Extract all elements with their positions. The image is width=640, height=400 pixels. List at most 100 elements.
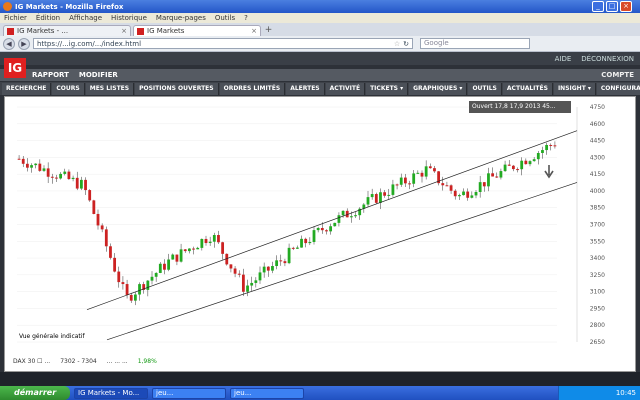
nav-limit-orders[interactable]: ORDRES LIMITÉS <box>219 82 286 95</box>
candle-body <box>379 192 382 203</box>
y-tick-label: 3700 <box>590 222 605 229</box>
candle-body <box>17 158 21 160</box>
search-input[interactable]: Google <box>420 38 530 49</box>
candle-body <box>420 172 424 177</box>
back-button[interactable]: ◀ <box>3 37 15 50</box>
candle-body <box>125 284 129 295</box>
candle-body <box>146 280 150 290</box>
candle-body <box>30 165 33 168</box>
tab-1[interactable]: IG Markets - ... × <box>3 25 131 36</box>
candle-body <box>88 190 92 201</box>
candle-body <box>71 177 75 180</box>
candle-body <box>96 213 100 226</box>
tab-close-icon[interactable]: × <box>251 27 257 35</box>
candle-body <box>395 184 399 186</box>
candle-body <box>487 173 490 187</box>
candle-body <box>320 227 324 231</box>
nav-charts[interactable]: GRAPHIQUES ▾ <box>409 82 468 95</box>
candle-body <box>366 197 370 205</box>
forward-button[interactable]: ▶ <box>18 37 30 50</box>
candle-body <box>92 200 96 214</box>
menu-history[interactable]: Historique <box>111 14 147 22</box>
candle-body <box>383 192 387 196</box>
candle-body <box>374 194 378 203</box>
candle-body <box>42 168 46 171</box>
ig-favicon-icon <box>7 27 14 35</box>
candle-body <box>79 179 83 189</box>
candle-body <box>84 179 87 191</box>
nav-alerts[interactable]: ALERTES <box>286 82 325 95</box>
nav-insight[interactable]: INSIGHT ▾ <box>553 82 596 95</box>
candle-body <box>21 158 25 164</box>
candle-body <box>34 163 38 166</box>
menu-help[interactable]: ? <box>244 14 248 22</box>
candle-body <box>104 229 108 247</box>
tab-2[interactable]: IG Markets × <box>133 25 261 36</box>
tab-close-icon[interactable]: × <box>121 27 127 35</box>
nav-search[interactable]: RECHERCHE <box>2 82 52 95</box>
candle-body <box>354 215 357 217</box>
candle-body <box>229 264 233 269</box>
candle-body <box>50 176 54 178</box>
candle-body <box>549 144 553 146</box>
reload-icon[interactable]: ↻ <box>403 40 409 48</box>
url-bar[interactable]: https://...ig.com/.../index.html ☆ ↻ <box>33 38 413 49</box>
help-link[interactable]: AIDE <box>555 55 572 63</box>
candle-body <box>46 168 50 177</box>
menu-view[interactable]: Affichage <box>69 14 102 22</box>
nav-tools[interactable]: OUTILS <box>468 82 502 95</box>
menu-file[interactable]: Fichier <box>4 14 27 22</box>
url-text: https://...ig.com/.../index.html <box>37 39 142 48</box>
modify-button[interactable]: MODIFIER <box>79 71 118 79</box>
candle-body <box>507 164 511 166</box>
candle-body <box>403 177 407 184</box>
new-tab-button[interactable]: + <box>263 25 274 36</box>
candle-body <box>183 249 187 252</box>
y-tick-label: 4750 <box>590 104 605 111</box>
candle-body <box>150 276 154 281</box>
candle-body <box>416 172 420 174</box>
candle-body <box>291 247 295 249</box>
menu-edit[interactable]: Édition <box>36 14 60 22</box>
nav-configuration[interactable]: CONFIGURATION ▾ <box>596 82 640 95</box>
candle-body <box>217 235 220 243</box>
nav-tickets[interactable]: TICKETS ▾ <box>366 82 409 95</box>
menu-tools[interactable]: Outils <box>215 14 235 22</box>
nav-open-positions[interactable]: POSITIONS OUVERTES <box>135 82 219 95</box>
nav-watchlists[interactable]: MES LISTES <box>85 82 135 95</box>
start-button[interactable]: démarrer <box>0 386 70 400</box>
account-button[interactable]: COMPTE <box>601 71 634 79</box>
candle-body <box>25 163 29 168</box>
chart-annotation: Vue générale indicatif <box>19 333 85 340</box>
nav-news[interactable]: ACTUALITÉS <box>502 82 553 95</box>
maximize-button[interactable]: □ <box>606 1 618 12</box>
candle-body <box>179 249 183 262</box>
candle-body <box>333 222 337 227</box>
candle-body <box>275 260 279 267</box>
minimize-button[interactable]: _ <box>592 1 604 12</box>
ig-logo: IG <box>4 58 26 78</box>
candle-body <box>341 210 345 216</box>
taskbar-item-firefox[interactable]: IG Markets - Mo... <box>74 387 148 399</box>
report-button[interactable]: RAPPORT <box>32 71 69 79</box>
candle-body <box>163 263 166 270</box>
candle-body <box>457 195 461 197</box>
candle-body <box>121 282 125 285</box>
nav-prices[interactable]: COURS <box>52 82 85 95</box>
y-tick-label: 3100 <box>590 289 605 296</box>
bookmark-star-icon[interactable]: ☆ <box>394 40 400 48</box>
nav-activity[interactable]: ACTIVITÉ <box>325 82 366 95</box>
candle-body <box>503 164 507 172</box>
candle-body <box>109 246 112 258</box>
taskbar-item-3[interactable]: jeu... <box>230 387 304 399</box>
y-tick-label: 2950 <box>590 305 605 312</box>
price-chart[interactable]: 4750 4600 4450 4300 4150 4000 3850 3700 3550 3400… <box>13 101 633 349</box>
close-button[interactable]: × <box>620 1 632 12</box>
logout-link[interactable]: DÉCONNEXION <box>581 55 634 63</box>
y-tick-label: 3550 <box>590 238 605 245</box>
candle-body <box>337 215 341 223</box>
taskbar-item-2[interactable]: jeu... <box>152 387 226 399</box>
menu-bookmarks[interactable]: Marque-pages <box>156 14 206 22</box>
candle-body <box>499 171 503 178</box>
candle-body <box>474 192 478 196</box>
